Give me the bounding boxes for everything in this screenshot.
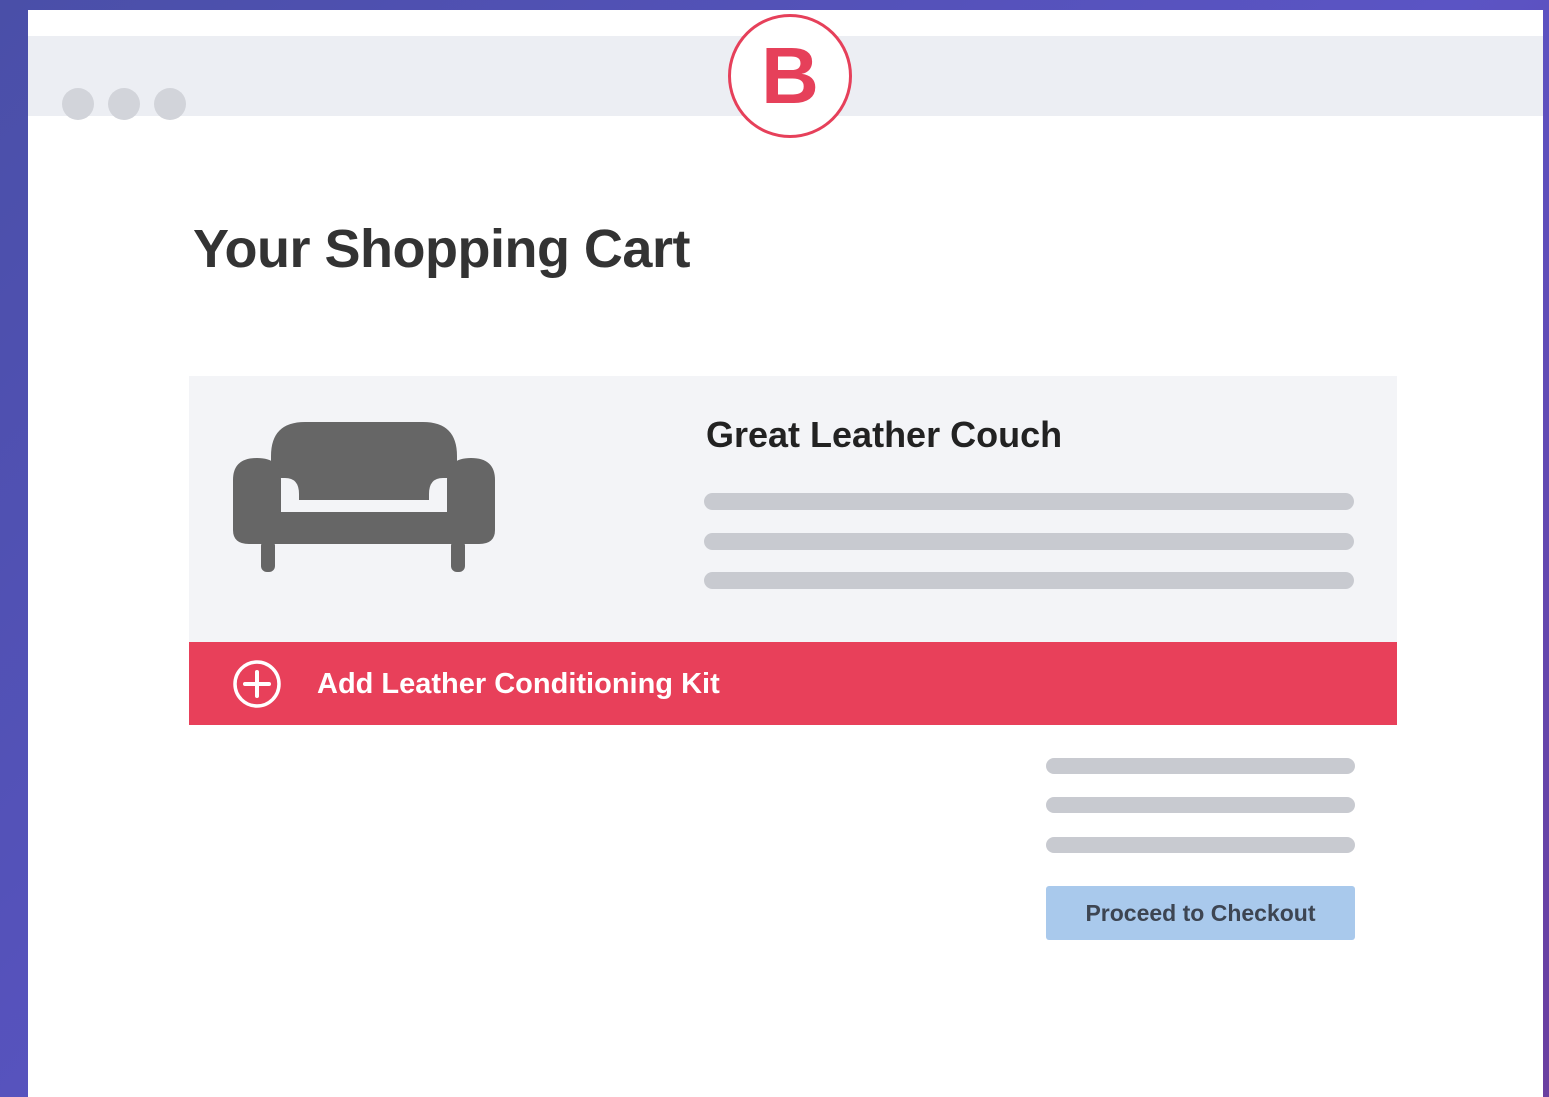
close-dot-icon[interactable] xyxy=(62,88,94,120)
maximize-dot-icon[interactable] xyxy=(154,88,186,120)
summary-placeholder-line xyxy=(1046,797,1355,813)
plus-circle-icon xyxy=(233,660,281,708)
variant-badge: B xyxy=(728,14,852,138)
description-placeholder-line xyxy=(704,572,1354,589)
summary-placeholder-line xyxy=(1046,758,1355,774)
item-name[interactable]: Great Leather Couch xyxy=(706,414,1062,456)
checkout-button[interactable]: Proceed to Checkout xyxy=(1046,886,1355,940)
couch-icon xyxy=(233,422,495,572)
browser-window: B Your Shopping Cart Great Leather Couch… xyxy=(28,10,1543,1097)
add-addon-button[interactable]: Add Leather Conditioning Kit xyxy=(189,642,1397,725)
description-placeholder-line xyxy=(704,533,1354,550)
addon-label: Add Leather Conditioning Kit xyxy=(317,668,720,700)
description-placeholder-line xyxy=(704,493,1354,510)
page-title: Your Shopping Cart xyxy=(193,219,690,279)
window-controls xyxy=(62,88,186,120)
minimize-dot-icon[interactable] xyxy=(108,88,140,120)
summary-placeholder-line xyxy=(1046,837,1355,853)
cart-item: Great Leather Couch xyxy=(189,376,1397,644)
